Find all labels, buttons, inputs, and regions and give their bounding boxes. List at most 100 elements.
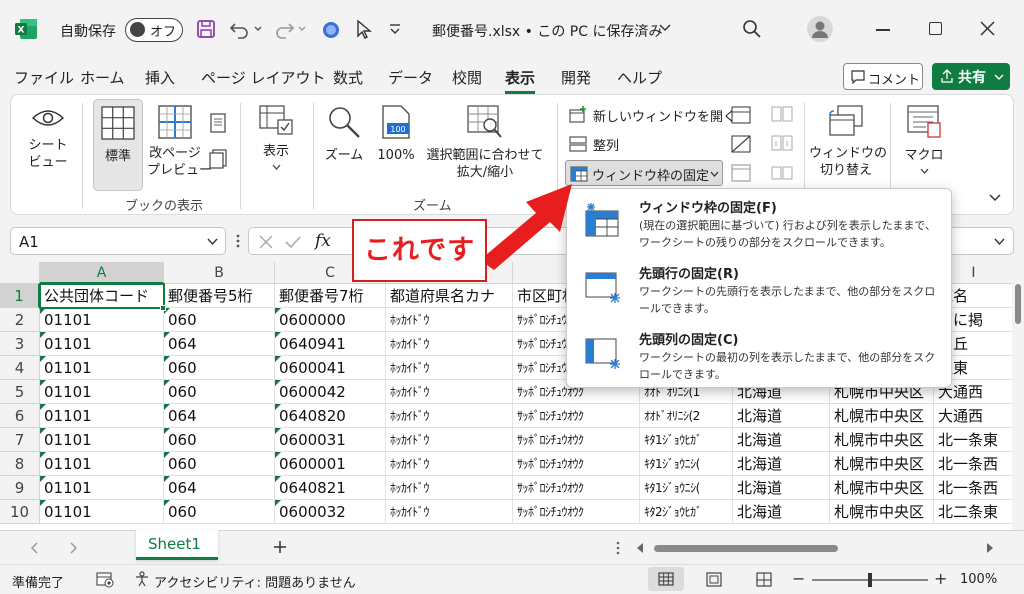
autosave-toggle[interactable]: オフ: [125, 18, 183, 42]
row-header[interactable]: 9: [0, 476, 40, 500]
cell-pref-kana[interactable]: ﾎｯｶｲﾄﾞｳ: [386, 476, 513, 500]
page-layout-icon[interactable]: [210, 113, 226, 133]
row-header[interactable]: 2: [0, 308, 40, 332]
cell-zip5[interactable]: 060: [164, 428, 275, 452]
cell-zip5[interactable]: 060: [164, 500, 275, 524]
cell-pref[interactable]: 北海道: [733, 452, 830, 476]
cell-city[interactable]: 札幌市中央区: [830, 500, 934, 524]
cell-city[interactable]: 札幌市中央区: [830, 428, 934, 452]
tab-help[interactable]: ヘルプ: [617, 67, 662, 88]
chevron-down-icon[interactable]: [994, 238, 1005, 246]
custom-view-icon[interactable]: [209, 149, 227, 169]
cell-pref[interactable]: 北海道: [733, 500, 830, 524]
pointer-icon[interactable]: [356, 19, 372, 39]
normal-view-button[interactable]: 標準: [93, 99, 143, 191]
page-break-preview-button[interactable]: 改ページ プレビュー: [147, 105, 212, 185]
page-break-view-icon[interactable]: [756, 572, 772, 587]
cell-town[interactable]: 北一条東: [934, 428, 1012, 452]
cell-pref-kana[interactable]: ﾎｯｶｲﾄﾞｳ: [386, 404, 513, 428]
new-window-button[interactable]: 新しいウィンドウを開く: [567, 104, 736, 126]
cell-city-kana[interactable]: ｻｯﾎﾟﾛｼﾁｭｳｵｳｸ: [513, 500, 640, 524]
chevron-right-icon[interactable]: [70, 542, 78, 554]
cell-pref[interactable]: 北海道: [733, 476, 830, 500]
share-button[interactable]: 共有: [932, 63, 1010, 90]
vertical-scrollbar[interactable]: [1012, 262, 1024, 530]
cell-town[interactable]: 北二条東: [934, 500, 1012, 524]
row-header[interactable]: 3: [0, 332, 40, 356]
tab-data[interactable]: データ: [388, 67, 433, 88]
cell-public-code[interactable]: 01101: [40, 476, 164, 500]
cell-town[interactable]: 大通西: [934, 404, 1012, 428]
redo-icon[interactable]: [273, 18, 307, 40]
scroll-left-icon[interactable]: [636, 543, 644, 553]
avatar[interactable]: [806, 15, 834, 43]
cell-city-kana[interactable]: ｻｯﾎﾟﾛｼﾁｭｳｵｳｸ: [513, 476, 640, 500]
cell-zip7[interactable]: 郵便番号7桁: [275, 284, 386, 308]
zoom-slider[interactable]: [812, 573, 928, 587]
cell-public-code[interactable]: 01101: [40, 308, 164, 332]
cell-pref-kana[interactable]: ﾎｯｶｲﾄﾞｳ: [386, 500, 513, 524]
show-button[interactable]: 表示: [251, 105, 301, 185]
cell-zip5[interactable]: 060: [164, 308, 275, 332]
cell-zip5[interactable]: 064: [164, 476, 275, 500]
cell-city[interactable]: 札幌市中央区: [830, 404, 934, 428]
accessibility-icon[interactable]: [134, 571, 150, 587]
zoom-button[interactable]: ズーム: [321, 105, 367, 185]
cell-pref-kana[interactable]: ﾎｯｶｲﾄﾞｳ: [386, 332, 513, 356]
more-dots-icon[interactable]: [236, 234, 240, 248]
fill-handle[interactable]: [160, 305, 166, 311]
name-box[interactable]: A1: [10, 227, 226, 255]
scroll-right-icon[interactable]: [986, 543, 994, 553]
row-header[interactable]: 6: [0, 404, 40, 428]
cell-zip7[interactable]: 0600001: [275, 452, 386, 476]
cell-pref-kana[interactable]: ﾎｯｶｲﾄﾞｳ: [386, 356, 513, 380]
row-header[interactable]: 7: [0, 428, 40, 452]
cell-public-code[interactable]: 01101: [40, 452, 164, 476]
tab-insert[interactable]: 挿入: [145, 67, 175, 88]
cell-zip7[interactable]: 0640941: [275, 332, 386, 356]
hide-window-icon[interactable]: [731, 135, 751, 153]
cell-zip5[interactable]: 064: [164, 332, 275, 356]
select-all-corner[interactable]: [0, 262, 40, 284]
cell-zip7[interactable]: 0600032: [275, 500, 386, 524]
tab-view[interactable]: 表示: [505, 67, 536, 94]
zoom-100-button[interactable]: 100 100%: [371, 105, 421, 185]
row-header[interactable]: 5: [0, 380, 40, 404]
macro-record-icon[interactable]: [96, 572, 114, 588]
save-icon[interactable]: [196, 19, 216, 39]
chevron-down-icon[interactable]: [659, 23, 671, 33]
row-header[interactable]: 1: [0, 284, 40, 308]
cell-public-code[interactable]: 01101: [40, 380, 164, 404]
cell-public-code[interactable]: 01101: [40, 356, 164, 380]
cell-town-kana[interactable]: ｵｵﾄﾞｵﾘﾆｼ(2: [640, 404, 733, 428]
unhide-window-icon[interactable]: [731, 164, 751, 182]
cell-city[interactable]: 札幌市中央区: [830, 452, 934, 476]
file-title[interactable]: 郵便番号.xlsx • この PC に保存済み: [432, 21, 662, 41]
switch-window-button[interactable]: ウィンドウの 切り替え: [809, 105, 887, 190]
close-icon[interactable]: [980, 21, 995, 36]
cell-zip5[interactable]: 060: [164, 356, 275, 380]
row-header[interactable]: 4: [0, 356, 40, 380]
cell-city-kana[interactable]: ｻｯﾎﾟﾛｼﾁｭｳｵｳｸ: [513, 404, 640, 428]
column-header-b[interactable]: B: [164, 262, 275, 284]
horizontal-scroll-thumb[interactable]: [654, 545, 838, 552]
cell-town[interactable]: 北一条西: [934, 452, 1012, 476]
more-dots-icon[interactable]: [616, 541, 620, 555]
ribbon-collapse-icon[interactable]: [989, 193, 1001, 202]
cell-zip5[interactable]: 064: [164, 404, 275, 428]
split-icon[interactable]: [731, 106, 751, 124]
cell-city-kana[interactable]: ｻｯﾎﾟﾛｼﾁｭｳｵｳｸ: [513, 428, 640, 452]
freeze-panes-button[interactable]: ウィンドウ枠の固定: [565, 160, 723, 186]
customize-toolbar-icon[interactable]: [388, 22, 402, 36]
tab-review[interactable]: 校閲: [452, 67, 482, 88]
sheet-view-button[interactable]: シート ビュー: [23, 107, 73, 177]
cell-pref-kana[interactable]: ﾎｯｶｲﾄﾞｳ: [386, 452, 513, 476]
cell-zip7[interactable]: 0640821: [275, 476, 386, 500]
copilot-circle-icon[interactable]: [321, 20, 341, 40]
minimize-icon[interactable]: [876, 29, 890, 31]
cell-town-kana[interactable]: ｷﾀ1ｼﾞｮｳﾋｶﾞ: [640, 428, 733, 452]
cell-public-code[interactable]: 01101: [40, 404, 164, 428]
sheet-tab-sheet1[interactable]: Sheet1: [136, 530, 218, 560]
cell-zip7[interactable]: 0640820: [275, 404, 386, 428]
cell-pref[interactable]: 北海道: [733, 428, 830, 452]
